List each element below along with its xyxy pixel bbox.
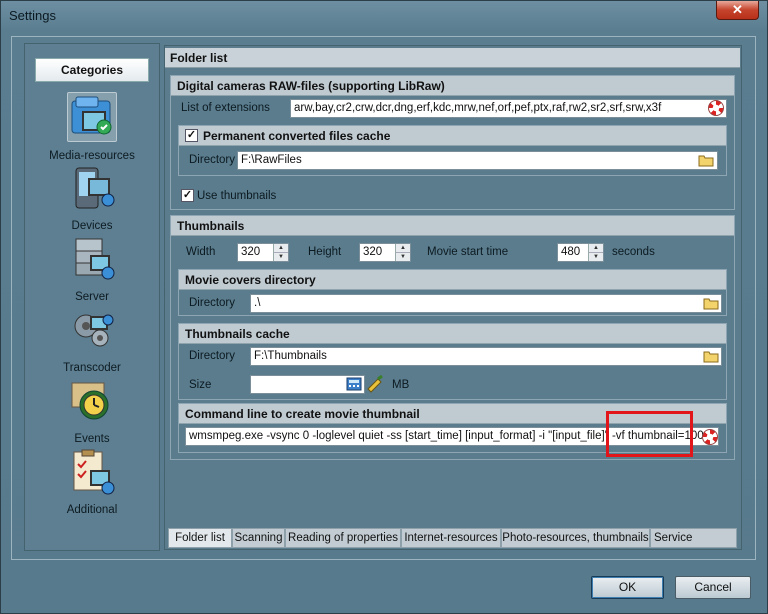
- extensions-input[interactable]: arw,bay,cr2,crw,dcr,dng,erf,kdc,mrw,nef,…: [290, 99, 727, 118]
- media-resources-icon: [67, 92, 117, 142]
- raw-cache-header: Permanent converted files cache: [179, 126, 726, 146]
- movie-start-label: Movie start time: [427, 246, 509, 258]
- movie-start-value: 480: [561, 246, 581, 258]
- additional-icon: [68, 448, 116, 496]
- use-thumbnails-label: Use thumbnails: [197, 190, 277, 202]
- categories-header: Categories: [35, 58, 149, 82]
- clear-cache-icon[interactable]: [366, 374, 384, 393]
- category-events[interactable]: Events: [35, 377, 149, 445]
- thumbnails-header: Thumbnails: [171, 216, 734, 236]
- raw-cache-checkbox[interactable]: ✓: [185, 129, 198, 142]
- movie-start-spin-buttons[interactable]: ▲ ▼: [588, 244, 603, 261]
- height-stepper[interactable]: 320 ▲ ▼: [359, 243, 411, 262]
- category-server[interactable]: Server: [35, 235, 149, 303]
- height-label: Height: [308, 246, 342, 258]
- movie-covers-header: Movie covers directory: [179, 270, 726, 290]
- ok-button[interactable]: OK: [591, 576, 664, 599]
- category-label: Media-resources: [49, 150, 135, 162]
- close-button[interactable]: ✕: [716, 1, 759, 20]
- tab-folder-list[interactable]: Folder list: [168, 528, 232, 548]
- covers-dir-label: Directory: [189, 297, 236, 309]
- extensions-label: List of extensions: [181, 102, 270, 114]
- category-label: Server: [75, 291, 109, 303]
- width-spin-buttons[interactable]: ▲ ▼: [273, 244, 288, 261]
- category-label: Events: [74, 433, 110, 445]
- cache-dir-label: Directory: [189, 350, 236, 362]
- thumbnails-cache-header: Thumbnails cache: [179, 324, 726, 344]
- category-label: Devices: [71, 220, 113, 232]
- tab-reading-of-properties[interactable]: Reading of properties: [285, 528, 401, 548]
- raw-dir-label: Directory: [189, 154, 236, 166]
- title-bar[interactable]: Settings ✕: [1, 1, 767, 31]
- category-label: Additional: [66, 504, 118, 516]
- seconds-label: seconds: [612, 246, 655, 258]
- reset-command-icon[interactable]: [702, 429, 718, 445]
- height-spin-buttons[interactable]: ▲ ▼: [395, 244, 410, 261]
- calculator-icon[interactable]: [346, 377, 362, 391]
- transcoder-icon: [68, 306, 116, 354]
- tab-photo-resources[interactable]: Photo-resources, thumbnails: [501, 528, 650, 548]
- category-media-resources[interactable]: Media-resources: [35, 92, 149, 162]
- reset-extensions-icon[interactable]: [708, 100, 724, 116]
- panel-title: Folder list: [165, 48, 740, 68]
- category-transcoder[interactable]: Transcoder: [35, 306, 149, 374]
- cache-dir-input[interactable]: F:\Thumbnails: [250, 347, 722, 366]
- browse-folder-icon[interactable]: [698, 153, 714, 167]
- covers-dir-input[interactable]: .\: [250, 294, 722, 313]
- browse-folder-icon[interactable]: [703, 349, 719, 363]
- browse-folder-icon[interactable]: [703, 296, 719, 310]
- size-unit-label: MB: [392, 379, 410, 391]
- size-label: Size: [189, 379, 212, 391]
- tab-internet-resources[interactable]: Internet-resources: [401, 528, 501, 548]
- events-icon: [68, 377, 116, 425]
- category-devices[interactable]: Devices: [35, 164, 149, 232]
- width-label: Width: [186, 246, 216, 258]
- tab-service[interactable]: Service: [650, 528, 737, 548]
- height-value: 320: [363, 246, 383, 258]
- width-stepper[interactable]: 320 ▲ ▼: [237, 243, 289, 262]
- highlight-box: [606, 411, 693, 457]
- devices-icon: [68, 164, 116, 212]
- raw-files-header: Digital cameras RAW-files (supporting Li…: [171, 76, 734, 96]
- window-title: Settings: [9, 8, 56, 23]
- width-value: 320: [241, 246, 261, 258]
- tab-scanning[interactable]: Scanning: [232, 528, 285, 548]
- close-icon: ✕: [732, 2, 743, 17]
- cancel-button[interactable]: Cancel: [675, 576, 751, 599]
- movie-start-stepper[interactable]: 480 ▲ ▼: [557, 243, 604, 262]
- use-thumbnails-checkbox[interactable]: ✓: [181, 189, 194, 202]
- raw-dir-input[interactable]: F:\RawFiles: [237, 151, 718, 170]
- category-label: Transcoder: [63, 362, 121, 374]
- server-icon: [68, 235, 116, 283]
- category-additional[interactable]: Additional: [35, 448, 149, 516]
